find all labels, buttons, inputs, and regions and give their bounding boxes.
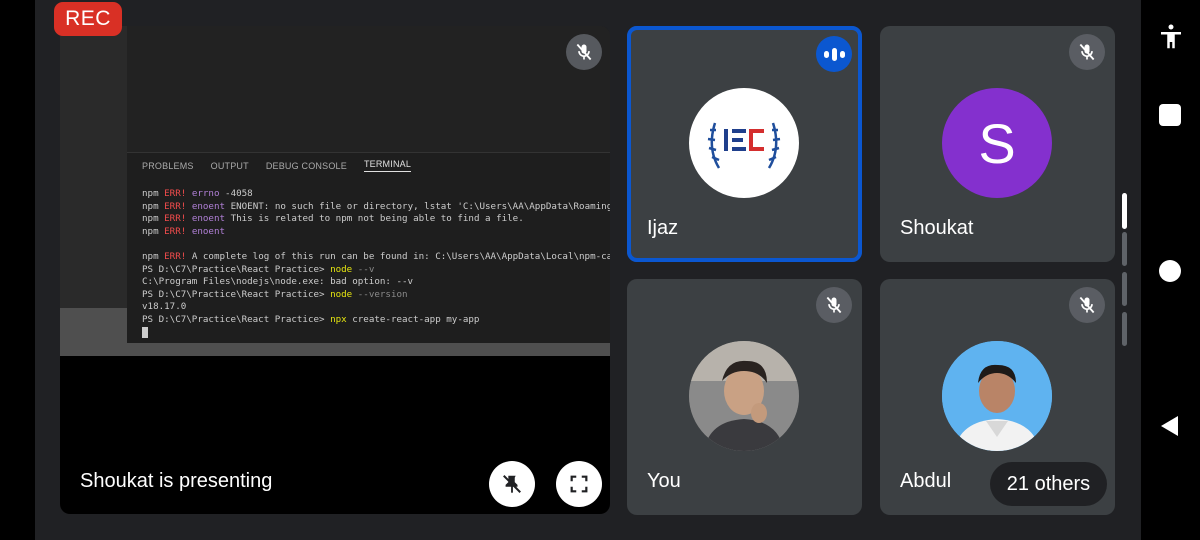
mic-off-icon	[576, 43, 592, 61]
presentation-tile[interactable]: PROBLEMS OUTPUT DEBUG CONSOLE TERMINAL n…	[60, 26, 610, 514]
terminal-text: npx	[330, 313, 347, 325]
terminal-text: A complete log of this run can be found …	[186, 250, 610, 262]
back-icon[interactable]	[1158, 414, 1182, 438]
editor-area	[127, 26, 610, 152]
terminal-text: errno	[191, 188, 220, 199]
fullscreen-icon	[570, 475, 588, 493]
mic-off-icon	[1079, 43, 1095, 61]
tab-output: OUTPUT	[210, 160, 249, 171]
terminal-text: --version	[352, 288, 408, 300]
terminal-cursor-line	[142, 326, 610, 340]
terminal-line: npm ERR! enoent This is related to npm n…	[142, 213, 610, 226]
terminal-text: ERR!	[164, 213, 187, 225]
terminal-line: npm ERR! errno -4058	[142, 188, 610, 201]
terminal-text: npm	[142, 225, 165, 237]
recents-button[interactable]	[1159, 104, 1181, 126]
terminal-text: -4058	[219, 188, 253, 199]
profile-photo-icon	[942, 341, 1052, 451]
scrollbar-segment	[1122, 232, 1127, 266]
terminal-text: enoent	[191, 213, 226, 225]
terminal-line: C:\Program Files\nodejs\node.exe: bad op…	[142, 276, 610, 289]
terminal-text: create-react-app my-app	[346, 313, 480, 325]
you-avatar	[689, 341, 799, 451]
system-navigation-bar	[1141, 0, 1200, 540]
abdul-mic-off-badge	[1069, 287, 1105, 323]
abdul-avatar	[942, 341, 1052, 451]
others-button[interactable]: 21 others	[990, 462, 1107, 506]
tab-debug-console: DEBUG CONSOLE	[265, 160, 347, 171]
terminal-text: npm	[142, 213, 165, 225]
participant-tile-ijaz[interactable]: Ijaz	[627, 26, 862, 262]
tab-problems: PROBLEMS	[142, 160, 194, 171]
scrollbar-segment	[1122, 272, 1127, 306]
panel-tabs: PROBLEMS OUTPUT DEBUG CONSOLE TERMINAL	[127, 152, 610, 178]
terminal-text: ERR!	[164, 225, 187, 237]
shoukat-avatar: S	[942, 88, 1052, 198]
scrollbar-segment	[1122, 312, 1127, 346]
terminal-cursor	[142, 326, 148, 338]
terminal-text: ERR!	[164, 250, 187, 262]
terminal-line: PS D:\C7\Practice\React Practice> node -…	[142, 264, 610, 277]
participant-name: Abdul	[900, 470, 952, 492]
speaking-indicator-icon	[816, 36, 852, 72]
terminal-line: npm ERR! enoent ENOENT: no such file or …	[142, 201, 610, 214]
presenting-label: Shoukat is presenting	[80, 470, 273, 492]
terminal-output: npm ERR! errno -4058 npm ERR! enoent ENOE…	[142, 188, 610, 339]
terminal-text: npm	[142, 200, 165, 212]
vscode-window: PROBLEMS OUTPUT DEBUG CONSOLE TERMINAL n…	[127, 26, 610, 343]
recording-badge: REC	[54, 2, 122, 36]
terminal-text: C:\Program Files\nodejs\node.exe: bad op…	[142, 276, 414, 288]
presenter-mic-off-badge	[566, 34, 602, 70]
left-edge	[0, 0, 35, 540]
terminal-text: v18.17.0	[142, 301, 187, 313]
participant-tile-shoukat[interactable]: S Shoukat	[880, 26, 1115, 262]
terminal-text: npm	[142, 188, 165, 199]
terminal-text: PS D:\C7\Practice\React Practice>	[142, 313, 331, 325]
terminal-line: npm ERR! A complete log of this run can …	[142, 251, 610, 264]
terminal-text: enoent	[191, 225, 226, 237]
unpin-icon	[503, 475, 521, 494]
terminal-line: PS D:\C7\Practice\React Practice> node -…	[142, 289, 610, 302]
terminal-text: PS D:\C7\Practice\React Practice>	[142, 288, 331, 300]
terminal-text: This is related to npm not being able to…	[225, 213, 524, 225]
you-mic-off-badge	[816, 287, 852, 323]
participant-tile-you[interactable]: You	[627, 279, 862, 515]
iec-logo-icon	[707, 122, 781, 169]
tab-terminal: TERMINAL	[363, 159, 412, 172]
terminal-line: v18.17.0	[142, 301, 610, 314]
ijaz-avatar	[689, 88, 799, 198]
terminal-text: ERR!	[164, 188, 187, 199]
terminal-line: npm ERR! enoent	[142, 226, 610, 239]
terminal-text: node	[330, 288, 353, 300]
participant-name: You	[647, 470, 681, 492]
terminal-line: PS D:\C7\Practice\React Practice> npx cr…	[142, 314, 610, 327]
mic-off-icon	[826, 296, 842, 314]
participant-name: Ijaz	[647, 217, 679, 239]
terminal-text: enoent	[191, 200, 226, 212]
terminal-text: ERR!	[164, 200, 187, 212]
terminal-text: --v	[352, 263, 375, 275]
terminal-text: npm	[142, 250, 165, 262]
unpin-button[interactable]	[489, 461, 535, 507]
scrollbar-thumb[interactable]	[1122, 193, 1127, 229]
home-button[interactable]	[1159, 260, 1181, 282]
terminal-text: PS D:\C7\Practice\React Practice>	[142, 263, 331, 275]
terminal-text: ENOENT: no such file or directory, lstat…	[225, 200, 610, 212]
profile-photo-icon	[689, 341, 799, 451]
fullscreen-button[interactable]	[556, 461, 602, 507]
terminal-text: node	[330, 263, 353, 275]
shoukat-mic-off-badge	[1069, 34, 1105, 70]
participant-name: Shoukat	[900, 217, 974, 239]
mic-off-icon	[1079, 296, 1095, 314]
accessibility-icon[interactable]	[1156, 22, 1186, 52]
avatar-initial: S	[978, 111, 1016, 175]
